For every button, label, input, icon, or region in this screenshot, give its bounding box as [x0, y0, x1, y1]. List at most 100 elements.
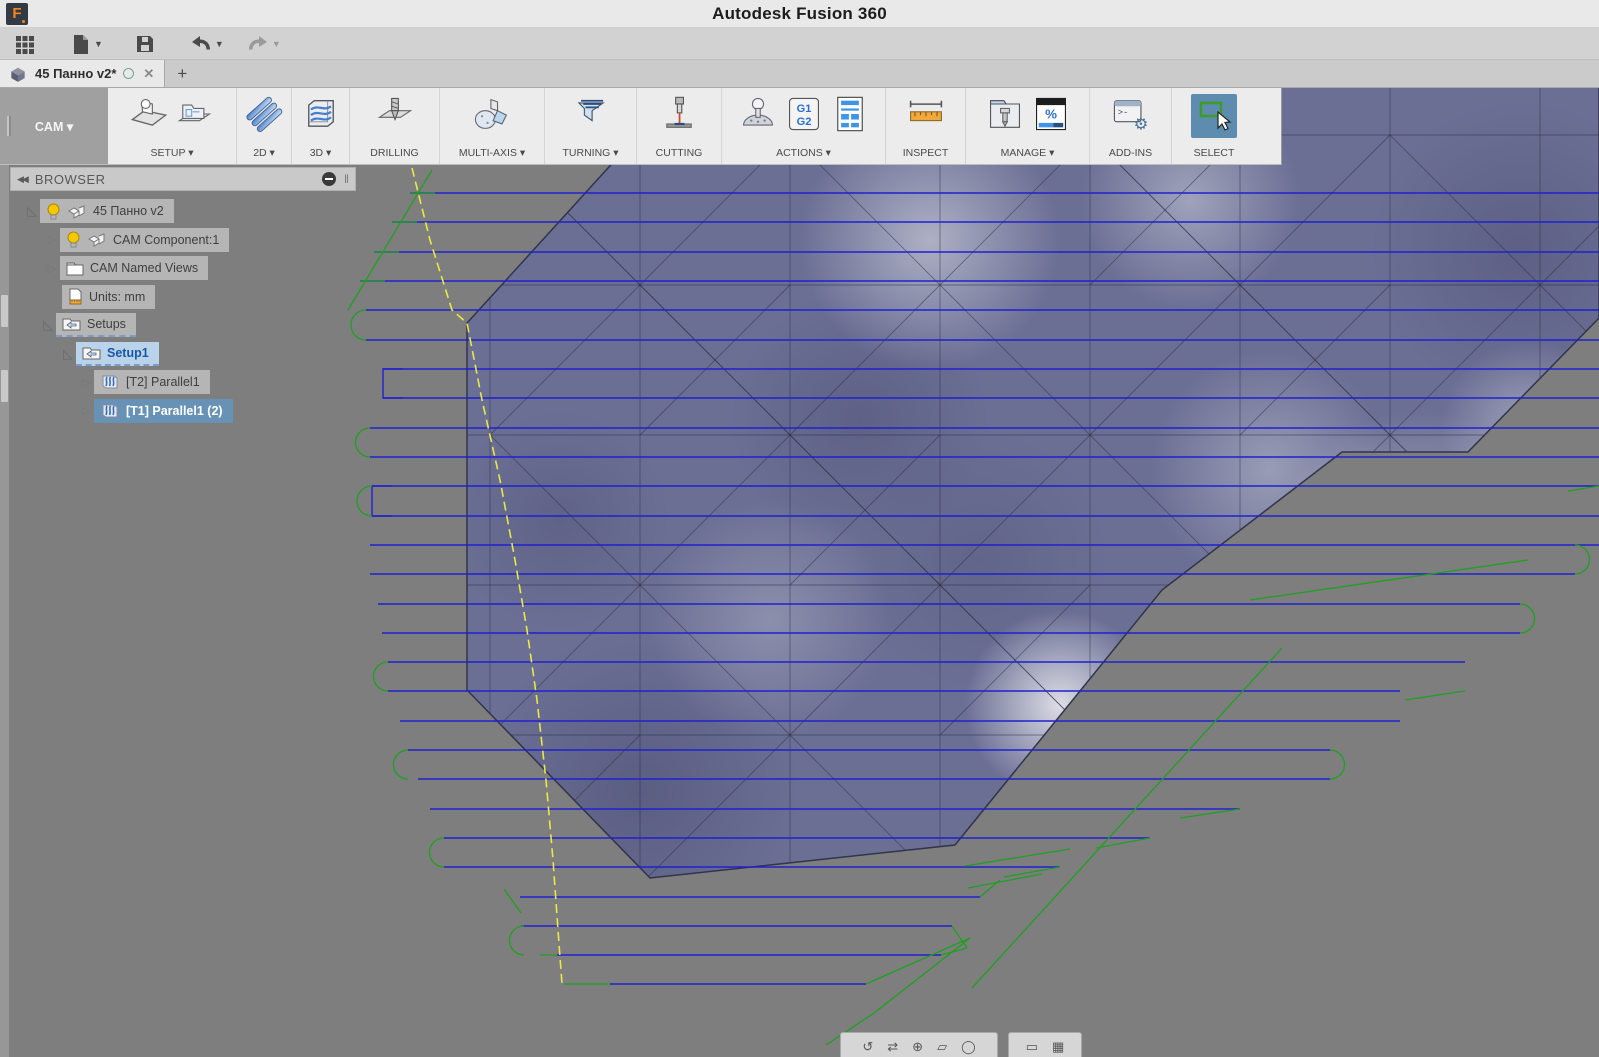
orbit-icon[interactable]: ◯ [961, 1040, 976, 1057]
tree-item-label: [T1] Parallel1 (2) [126, 403, 223, 418]
multi-axis-icon[interactable] [471, 94, 513, 134]
bulb-icon[interactable] [66, 231, 81, 248]
ribbon-group-label: ACTIONS ▾ [776, 147, 831, 159]
expand-closed-icon[interactable]: ▷ [44, 233, 60, 246]
ribbon-group-cutting[interactable]: CUTTING [637, 88, 722, 164]
collapse-panel-icon[interactable]: ◀◀ [17, 174, 29, 185]
ribbon-group-inspect[interactable]: INSPECT [886, 88, 966, 164]
post-library-icon[interactable]: % [1031, 94, 1071, 134]
tree-row-root[interactable]: ◺ 45 Панно v2 [10, 197, 370, 226]
tree-row-setups[interactable]: ◺ Setups [10, 311, 370, 340]
ribbon-group-add-ins[interactable]: >- ⚙ ADD-INS [1090, 88, 1172, 164]
setups-folder-icon [62, 318, 81, 331]
ribbon-group-multi-axis[interactable]: MULTI-AXIS ▾ [440, 88, 545, 164]
panel-grip-handle[interactable] [1, 295, 8, 327]
post-process-icon[interactable] [738, 94, 778, 134]
tree-item-label: Setup1 [107, 345, 149, 360]
setup-folder-icon [82, 347, 101, 360]
ribbon-group-drilling[interactable]: DRILLING [350, 88, 440, 164]
measure-icon[interactable] [904, 94, 948, 134]
tree-row-toolpath-t2[interactable]: ▷ [T2] Parallel1 [10, 368, 370, 397]
tree-item-label: CAM Component:1 [113, 232, 220, 247]
panel-grip-handle[interactable] [1, 370, 8, 402]
ribbon-group-label: SETUP ▾ [150, 147, 194, 159]
svg-text:G1: G1 [796, 103, 811, 115]
expand-open-icon[interactable]: ◺ [24, 203, 40, 219]
tree-item-label: CAM Named Views [90, 261, 199, 276]
select-tool-active[interactable] [1191, 94, 1237, 138]
ribbon-group-label: DRILLING [370, 147, 419, 159]
display-settings-icon[interactable]: ▭ [1026, 1040, 1038, 1057]
new-tab-button[interactable]: + [165, 60, 199, 87]
quick-access-toolbar: ▼ ▼ ▼ [0, 28, 1599, 60]
svg-text:⚙: ⚙ [1133, 114, 1148, 133]
cutting-icon[interactable] [659, 94, 699, 134]
left-panel-strip [0, 165, 9, 1057]
workspace-label: CAM ▾ [34, 119, 74, 134]
expand-closed-icon[interactable]: ▷ [78, 376, 94, 389]
ribbon-group-turning[interactable]: TURNING ▾ [545, 88, 637, 164]
browser-header[interactable]: ◀◀ BROWSER ‖ [10, 167, 356, 191]
document-tab-bar: 45 Панно v2* ✕ + [0, 60, 1599, 88]
browser-title: BROWSER [34, 171, 106, 187]
redo-icon [248, 35, 267, 49]
browser-tree: ◺ 45 Панно v2 ▷ CAM Component:1 ▷ CAM Na… [10, 197, 370, 425]
save-button[interactable] [129, 31, 161, 57]
file-button[interactable]: ▼ [64, 31, 107, 57]
bulb-icon[interactable] [46, 203, 61, 220]
ribbon-group-3d[interactable]: 3D ▾ [292, 88, 350, 164]
redo-button[interactable]: ▼ [242, 31, 285, 57]
tree-row-setup1[interactable]: ◺ Setup1 [10, 340, 370, 369]
select-cursor-icon [1199, 101, 1232, 131]
ribbon-group-2d[interactable]: 2D ▾ [237, 88, 292, 164]
tool-library-icon[interactable] [985, 94, 1025, 134]
units-icon [69, 288, 82, 305]
2d-milling-icon[interactable] [244, 94, 284, 134]
save-icon [136, 35, 153, 52]
display-settings-bar: ▭ ▦ [1008, 1032, 1082, 1057]
expand-open-icon[interactable]: ◺ [40, 317, 56, 333]
fusion-logo-icon[interactable]: F [6, 3, 28, 25]
ribbon-group-select[interactable]: SELECT [1172, 88, 1256, 164]
ribbon-group-label: 2D ▾ [253, 147, 275, 159]
panel-resize-handle[interactable]: ‖ [344, 172, 349, 186]
hide-all-icon[interactable] [322, 172, 337, 186]
new-setup-icon[interactable] [129, 94, 169, 134]
app-grid-icon [16, 35, 34, 54]
fit-icon[interactable]: ▱ [937, 1040, 947, 1057]
app-grid-button[interactable] [10, 31, 40, 57]
setup-sheet-icon[interactable] [830, 94, 870, 134]
expand-closed-icon[interactable]: ▷ [44, 262, 60, 275]
pan-icon[interactable]: ⇄ [887, 1040, 898, 1057]
document-tab[interactable]: 45 Панно v2* ✕ [0, 60, 166, 87]
ribbon-grip[interactable] [7, 116, 11, 136]
ribbon-group-actions[interactable]: G1 G2 ACTIONS ▾ [722, 88, 886, 164]
setup-from-folder-icon[interactable] [175, 94, 215, 134]
ribbon-group-setup[interactable]: SETUP ▾ [108, 88, 237, 164]
tree-row-units[interactable]: Units: mm [10, 283, 370, 312]
expand-open-icon[interactable]: ◺ [60, 346, 76, 362]
tree-row-toolpath-t1[interactable]: ▷ [T1] Parallel1 (2) [10, 397, 370, 426]
scripts-addins-icon[interactable]: >- ⚙ [1110, 94, 1152, 134]
title-bar: F Autodesk Fusion 360 [0, 0, 1599, 28]
orbit-lock-icon[interactable]: ↺ [862, 1040, 873, 1057]
3d-milling-icon[interactable] [301, 94, 341, 134]
tree-row-named-views[interactable]: ▷ CAM Named Views [10, 254, 370, 283]
gcode-g1g2-icon[interactable]: G1 G2 [784, 94, 824, 134]
file-icon [74, 34, 88, 54]
grid-settings-icon[interactable]: ▦ [1052, 1040, 1064, 1057]
zoom-icon[interactable]: ⊕ [912, 1040, 923, 1057]
tree-row-component[interactable]: ▷ CAM Component:1 [10, 226, 370, 255]
app-title: Autodesk Fusion 360 [712, 3, 887, 23]
tab-close-icon[interactable]: ✕ [143, 67, 154, 80]
undo-button[interactable]: ▼ [185, 31, 228, 57]
turning-icon[interactable] [570, 94, 612, 134]
expand-closed-icon[interactable]: ▷ [78, 404, 94, 417]
drilling-icon[interactable] [375, 94, 415, 134]
ribbon-group-label: CUTTING [655, 147, 703, 159]
ribbon-group-manage[interactable]: % MANAGE ▾ [966, 88, 1090, 164]
ribbon-group-label: MULTI-AXIS ▾ [458, 147, 526, 159]
parallel-toolpath-icon [102, 375, 118, 389]
document-cube-icon [11, 67, 25, 82]
workspace-switcher[interactable]: CAM ▾ [0, 88, 108, 164]
